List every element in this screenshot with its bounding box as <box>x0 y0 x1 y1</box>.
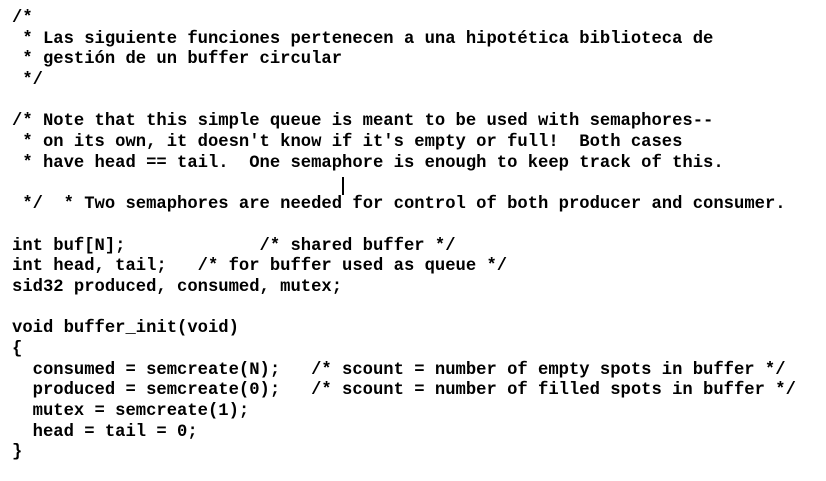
code-line[interactable] <box>12 92 822 113</box>
code-line[interactable]: consumed = semcreate(N); /* scount = num… <box>12 361 822 382</box>
code-line[interactable]: */ <box>12 71 822 92</box>
code-line[interactable]: /* Note that this simple queue is meant … <box>12 112 822 133</box>
code-line[interactable] <box>12 216 822 237</box>
code-line[interactable] <box>12 299 822 320</box>
code-line[interactable]: * have head == tail. One semaphore is en… <box>12 154 822 175</box>
code-line[interactable]: produced = semcreate(0); /* scount = num… <box>12 381 822 402</box>
code-line[interactable]: head = tail = 0; <box>12 423 822 444</box>
code-line[interactable]: { <box>12 340 822 361</box>
code-line[interactable]: /* <box>12 9 822 30</box>
code-line[interactable]: mutex = semcreate(1); <box>12 402 822 423</box>
code-line[interactable]: * on its own, it doesn't know if it's em… <box>12 133 822 154</box>
code-line-with-caret[interactable]: * Two semaphores are needed for control … <box>12 175 822 214</box>
code-line[interactable]: int head, tail; /* for buffer used as qu… <box>12 257 822 278</box>
code-line[interactable]: * gestión de un buffer circular <box>12 50 822 71</box>
code-line[interactable]: sid32 produced, consumed, mutex; <box>12 278 822 299</box>
code-line[interactable]: } <box>12 443 822 464</box>
editor-window: { "editor": { "lines": [ "/*", " * Las s… <box>0 0 826 481</box>
code-line[interactable]: void buffer_init(void) <box>12 319 822 340</box>
code-line[interactable]: * Las siguiente funciones pertenecen a u… <box>12 30 822 51</box>
code-line[interactable]: */ <box>12 195 822 216</box>
text-caret <box>342 176 344 195</box>
code-editor[interactable]: /* * Las siguiente funciones pertenecen … <box>12 9 822 477</box>
code-line[interactable]: int buf[N]; /* shared buffer */ <box>12 237 822 258</box>
